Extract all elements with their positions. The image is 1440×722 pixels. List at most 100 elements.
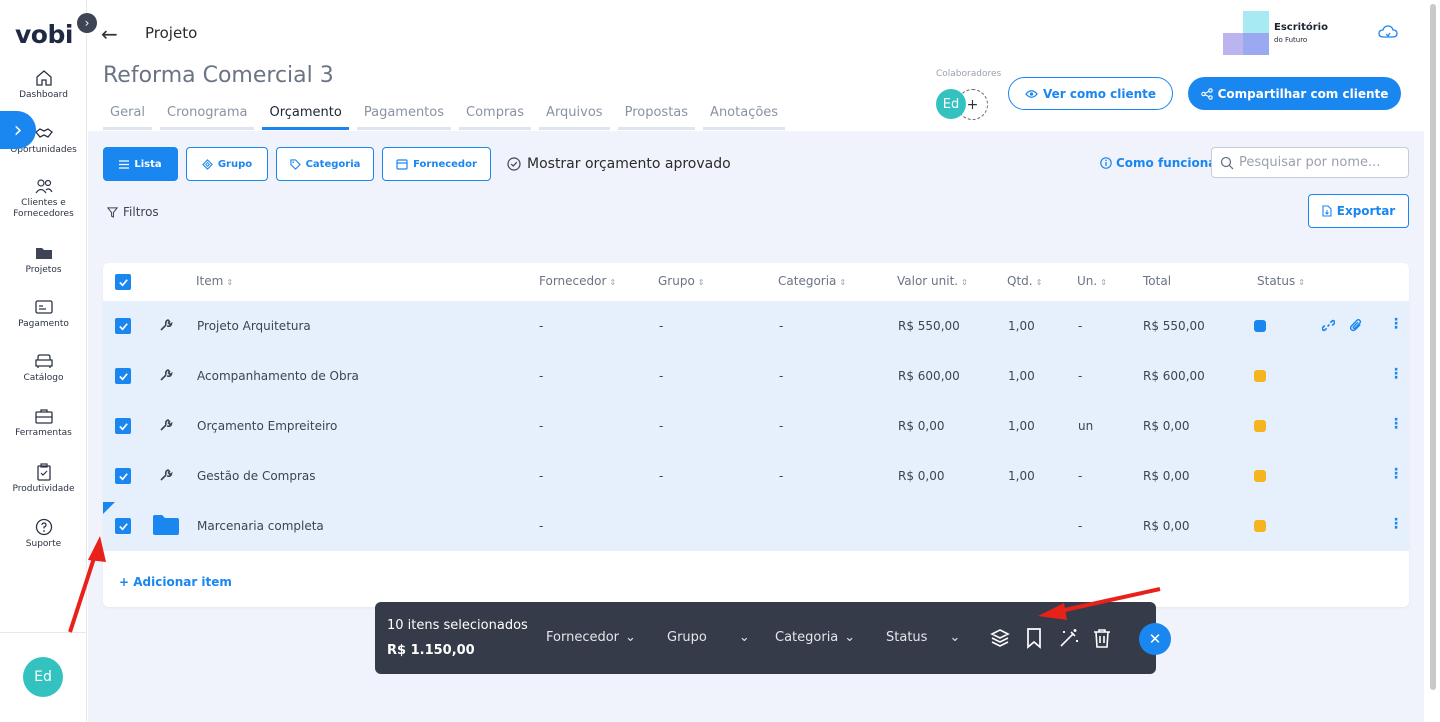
view-categoria-button[interactable]: Categoria bbox=[276, 147, 374, 181]
company-sub: do Futuro bbox=[1274, 36, 1308, 44]
sidebar-item-ferramentas[interactable]: Ferramentas bbox=[0, 406, 87, 438]
item-total: R$ 0,00 bbox=[1143, 519, 1190, 533]
view-lista-button[interactable]: Lista bbox=[103, 147, 178, 181]
item-name[interactable]: Acompanhamento de Obra bbox=[197, 369, 359, 383]
search-input[interactable] bbox=[1239, 155, 1399, 170]
row-more-icon[interactable]: ⋮ bbox=[1389, 316, 1403, 332]
tab-orcamento[interactable]: Orçamento bbox=[262, 105, 349, 130]
table-row[interactable]: Acompanhamento de Obra - - - R$ 600,00 1… bbox=[103, 351, 1409, 401]
sidebar-collapse-button[interactable]: › bbox=[77, 13, 97, 33]
status-indicator[interactable] bbox=[1254, 420, 1266, 432]
tab-compras[interactable]: Compras bbox=[459, 105, 532, 130]
view-as-client-button[interactable]: Ver como cliente bbox=[1008, 77, 1173, 110]
check-icon bbox=[118, 522, 128, 530]
status-indicator[interactable] bbox=[1254, 320, 1266, 332]
vobi-logo[interactable]: vobi bbox=[15, 20, 73, 49]
trash-icon[interactable] bbox=[1091, 627, 1113, 649]
column-header-total: Total bbox=[1143, 274, 1172, 288]
view-grupo-button[interactable]: Grupo bbox=[186, 147, 268, 181]
column-header-item[interactable]: Item ⇕ bbox=[196, 274, 233, 288]
tab-anotacoes[interactable]: Anotações bbox=[703, 105, 786, 130]
column-header-qtd[interactable]: Qtd. ⇕ bbox=[1007, 274, 1042, 288]
budget-table: Item ⇕ Fornecedor ⇕ Grupo ⇕ Categoria ⇕ Valo… bbox=[103, 263, 1409, 607]
layers-icon[interactable] bbox=[989, 627, 1011, 649]
row-checkbox[interactable] bbox=[115, 418, 131, 434]
row-more-icon[interactable]: ⋮ bbox=[1389, 416, 1403, 432]
column-header-grupo[interactable]: Grupo ⇕ bbox=[658, 274, 705, 288]
item-categoria: - bbox=[779, 369, 784, 383]
status-indicator[interactable] bbox=[1254, 370, 1266, 382]
column-header-un[interactable]: Un. ⇕ bbox=[1077, 274, 1107, 288]
search-box[interactable] bbox=[1211, 147, 1409, 178]
store-icon bbox=[396, 158, 408, 170]
table-row[interactable]: Gestão de Compras - - - R$ 0,00 1,00 - R… bbox=[103, 451, 1409, 501]
bulk-grupo-dropdown[interactable]: Grupo ⌄ bbox=[667, 630, 750, 645]
tab-arquivos[interactable]: Arquivos bbox=[539, 105, 610, 130]
sidebar-item-dashboard[interactable]: Dashboard bbox=[0, 68, 87, 100]
collaborator-avatar[interactable]: Ed bbox=[936, 89, 966, 119]
item-fornecedor: - bbox=[539, 519, 544, 533]
item-qtd: 1,00 bbox=[1008, 319, 1035, 333]
user-avatar[interactable]: Ed bbox=[23, 657, 63, 697]
magic-wand-icon[interactable] bbox=[1058, 627, 1080, 649]
status-indicator[interactable] bbox=[1254, 470, 1266, 482]
tab-geral[interactable]: Geral bbox=[103, 105, 152, 130]
table-row[interactable]: Orçamento Empreiteiro - - - R$ 0,00 1,00… bbox=[103, 401, 1409, 451]
column-header-status[interactable]: Status ⇕ bbox=[1257, 274, 1305, 288]
close-selection-button[interactable]: ✕ bbox=[1139, 623, 1171, 655]
sidebar-item-projetos[interactable]: Projetos bbox=[0, 243, 87, 275]
bulk-status-dropdown[interactable]: Status ⌄ bbox=[886, 630, 960, 645]
view-fornecedor-button[interactable]: Fornecedor bbox=[382, 147, 491, 181]
page-scrollbar[interactable] bbox=[1428, 0, 1438, 692]
filter-icon bbox=[107, 206, 118, 218]
cloud-sync-icon[interactable] bbox=[1378, 24, 1398, 40]
item-name[interactable]: Marcenaria completa bbox=[197, 519, 324, 533]
back-arrow-icon[interactable]: ← bbox=[101, 22, 118, 46]
sidebar-item-clientes[interactable]: Clientes e Fornecedores bbox=[0, 176, 87, 220]
company-name: Escritório bbox=[1274, 22, 1328, 33]
sidebar-item-pagamento[interactable]: Pagamento bbox=[0, 297, 87, 329]
tab-propostas[interactable]: Propostas bbox=[617, 105, 696, 130]
filters-button[interactable]: Filtros bbox=[107, 205, 159, 219]
row-more-icon[interactable]: ⋮ bbox=[1389, 516, 1403, 532]
item-name[interactable]: Orçamento Empreiteiro bbox=[197, 419, 337, 433]
check-icon bbox=[118, 322, 128, 330]
select-all-checkbox[interactable] bbox=[115, 274, 131, 290]
row-more-icon[interactable]: ⋮ bbox=[1389, 466, 1403, 482]
table-row[interactable]: Projeto Arquitetura - - - R$ 550,00 1,00… bbox=[103, 301, 1409, 351]
sidebar-item-label: Catálogo bbox=[23, 373, 64, 383]
share-with-client-button[interactable]: Compartilhar com cliente bbox=[1188, 77, 1401, 110]
bulk-fornecedor-dropdown[interactable]: Fornecedor ⌄ bbox=[546, 630, 636, 645]
attachment-icon[interactable] bbox=[1350, 319, 1363, 332]
item-categoria: - bbox=[779, 469, 784, 483]
collaborators-label: Colaboradores bbox=[936, 69, 1002, 79]
status-indicator[interactable] bbox=[1254, 520, 1266, 532]
export-button[interactable]: Exportar bbox=[1308, 194, 1409, 228]
item-name[interactable]: Gestão de Compras bbox=[197, 469, 316, 483]
row-checkbox[interactable] bbox=[115, 468, 131, 484]
row-checkbox[interactable] bbox=[115, 368, 131, 384]
link-icon[interactable] bbox=[1322, 319, 1335, 332]
table-row[interactable]: Marcenaria completa - - R$ 0,00 ⋮ bbox=[103, 501, 1409, 551]
bookmark-icon[interactable] bbox=[1023, 627, 1045, 649]
sidebar-item-produtividade[interactable]: Produtividade bbox=[0, 462, 87, 494]
bulk-categoria-dropdown[interactable]: Categoria ⌄ bbox=[775, 630, 855, 645]
item-name[interactable]: Projeto Arquitetura bbox=[197, 319, 311, 333]
row-checkbox[interactable] bbox=[115, 318, 131, 334]
row-checkbox[interactable] bbox=[115, 518, 131, 534]
sidebar-item-catalogo[interactable]: Catálogo bbox=[0, 351, 87, 383]
how-it-works-link[interactable]: Como funciona bbox=[1100, 156, 1216, 170]
column-header-categoria[interactable]: Categoria ⇕ bbox=[778, 274, 846, 288]
check-icon bbox=[118, 422, 128, 430]
column-header-valor[interactable]: Valor unit. ⇕ bbox=[897, 274, 968, 288]
tab-pagamentos[interactable]: Pagamentos bbox=[356, 105, 452, 130]
tab-cronograma[interactable]: Cronograma bbox=[160, 105, 255, 130]
add-item-button[interactable]: + Adicionar item bbox=[119, 575, 232, 589]
column-header-fornecedor[interactable]: Fornecedor ⇕ bbox=[539, 274, 616, 288]
wrench-icon bbox=[160, 419, 173, 431]
row-more-icon[interactable]: ⋮ bbox=[1389, 366, 1403, 382]
sidebar-item-label: Dashboard bbox=[19, 90, 68, 100]
show-approved-toggle[interactable]: Mostrar orçamento aprovado bbox=[507, 156, 731, 172]
sidebar-item-suporte[interactable]: Suporte bbox=[0, 517, 87, 549]
check-circle-icon bbox=[507, 157, 521, 171]
